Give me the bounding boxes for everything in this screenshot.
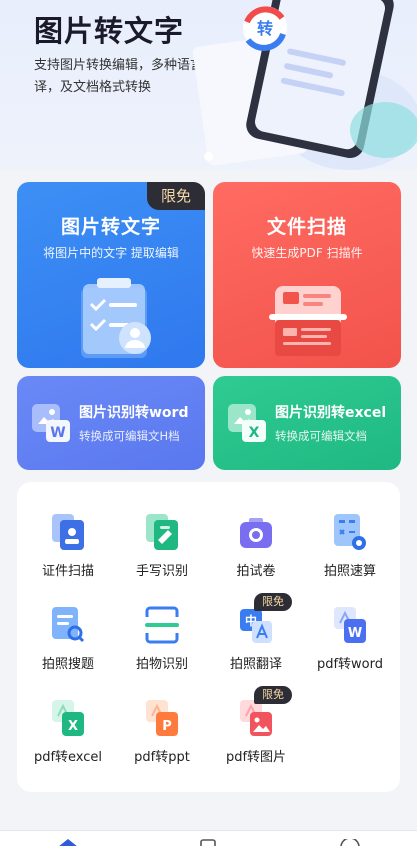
home-icon[interactable]: [56, 837, 80, 846]
tool-label: 手写识别: [135, 564, 188, 579]
card-title: 图片识别转word: [79, 405, 189, 421]
bottom-nav: [0, 830, 417, 846]
card-subtitle: 将图片中的文字 提取编辑: [43, 246, 179, 260]
search-question-icon: [52, 607, 85, 643]
object-scan-icon: [145, 606, 179, 644]
document-icon[interactable]: [198, 839, 218, 846]
clipboard-icon: [81, 278, 151, 358]
card-subtitle: 转换成可编辑文H档: [79, 429, 180, 443]
tool-label: 拍试卷: [236, 564, 276, 579]
camera-icon: [240, 518, 272, 548]
tool-quick-calc[interactable]: 拍照速算: [302, 512, 398, 592]
tool-exam-photo[interactable]: 拍试卷: [208, 512, 304, 592]
file-scan-card[interactable]: 文件扫描 快速生成PDF 扫描件: [213, 182, 401, 368]
tool-pdf-to-image[interactable]: 限免 pdf转图片: [208, 686, 304, 778]
word-doc-icon: W: [32, 404, 70, 442]
banner-title: 图片转文字: [34, 14, 185, 48]
pdf-image-icon: [240, 700, 272, 736]
pdf-ppt-icon: P: [146, 700, 178, 736]
profile-icon[interactable]: [338, 839, 362, 846]
tool-label: 拍照翻译: [229, 657, 282, 672]
tool-object-scan[interactable]: 拍物识别: [114, 605, 210, 685]
word-letter: W: [348, 626, 362, 641]
excel-letter: X: [249, 425, 260, 441]
card-title: 图片转文字: [60, 216, 161, 238]
tool-label: 拍物识别: [135, 657, 188, 672]
tool-label: pdf转图片: [225, 750, 287, 765]
image-to-text-card[interactable]: 限免 图片转文字 将图片中的文字 提取编辑: [17, 182, 205, 368]
tool-photo-search[interactable]: 拍照搜题: [20, 605, 116, 685]
image-to-word-card[interactable]: W 图片识别转word 转换成可编辑文H档: [17, 376, 205, 470]
word-letter: W: [50, 425, 65, 441]
card-subtitle: 快速生成PDF 扫描件: [251, 246, 363, 260]
excel-letter: X: [68, 719, 78, 734]
card-title: 图片识别转excel: [275, 405, 387, 421]
tool-pdf-to-word[interactable]: W pdf转word: [302, 605, 398, 685]
excel-doc-icon: X: [228, 404, 266, 442]
card-subtitle: 转换成可编辑文档: [275, 429, 367, 443]
pdf-excel-icon: X: [52, 700, 84, 736]
calculator-icon: [334, 514, 366, 550]
tool-pdf-to-ppt[interactable]: P pdf转ppt: [114, 698, 210, 778]
tool-handwriting[interactable]: 手写识别: [114, 512, 210, 592]
card-title: 文件扫描: [266, 216, 347, 238]
tool-id-scan[interactable]: 证件扫描: [20, 512, 116, 592]
tools-panel: 证件扫描 手写识别 拍试卷 拍照速算 拍照搜题 拍物识别 中 限免 拍照翻译 W…: [17, 482, 400, 792]
tool-label: pdf转word: [316, 657, 384, 672]
tool-label: pdf转excel: [33, 750, 103, 765]
handwriting-icon: [146, 514, 178, 550]
id-card-icon: [52, 514, 84, 550]
scanner-icon: [269, 286, 347, 356]
tool-label: 拍照搜题: [41, 657, 94, 672]
ppt-letter: P: [162, 719, 172, 734]
image-to-excel-card[interactable]: X 图片识别转excel 转换成可编辑文档: [213, 376, 401, 470]
free-badge: 限免: [147, 182, 205, 210]
phone-illustration-icon: 转: [192, 0, 417, 170]
pdf-word-icon: W: [334, 607, 366, 643]
carousel-dot[interactable]: [204, 152, 213, 161]
hero-banner[interactable]: 图片转文字 支持图片转换编辑，多种语言翻译，及文档格式转换 转: [0, 0, 417, 170]
free-badge: 限免: [254, 686, 292, 704]
translate-icon: 中: [240, 609, 272, 643]
free-badge: 限免: [254, 593, 292, 611]
tool-label: 证件扫描: [41, 564, 94, 579]
tool-photo-translate[interactable]: 中 限免 拍照翻译: [208, 593, 304, 685]
tool-label: pdf转ppt: [134, 750, 190, 765]
banner-art-badge: 转: [257, 19, 273, 38]
tool-label: 拍照速算: [323, 564, 376, 579]
tool-pdf-to-excel[interactable]: X pdf转excel: [20, 698, 116, 778]
